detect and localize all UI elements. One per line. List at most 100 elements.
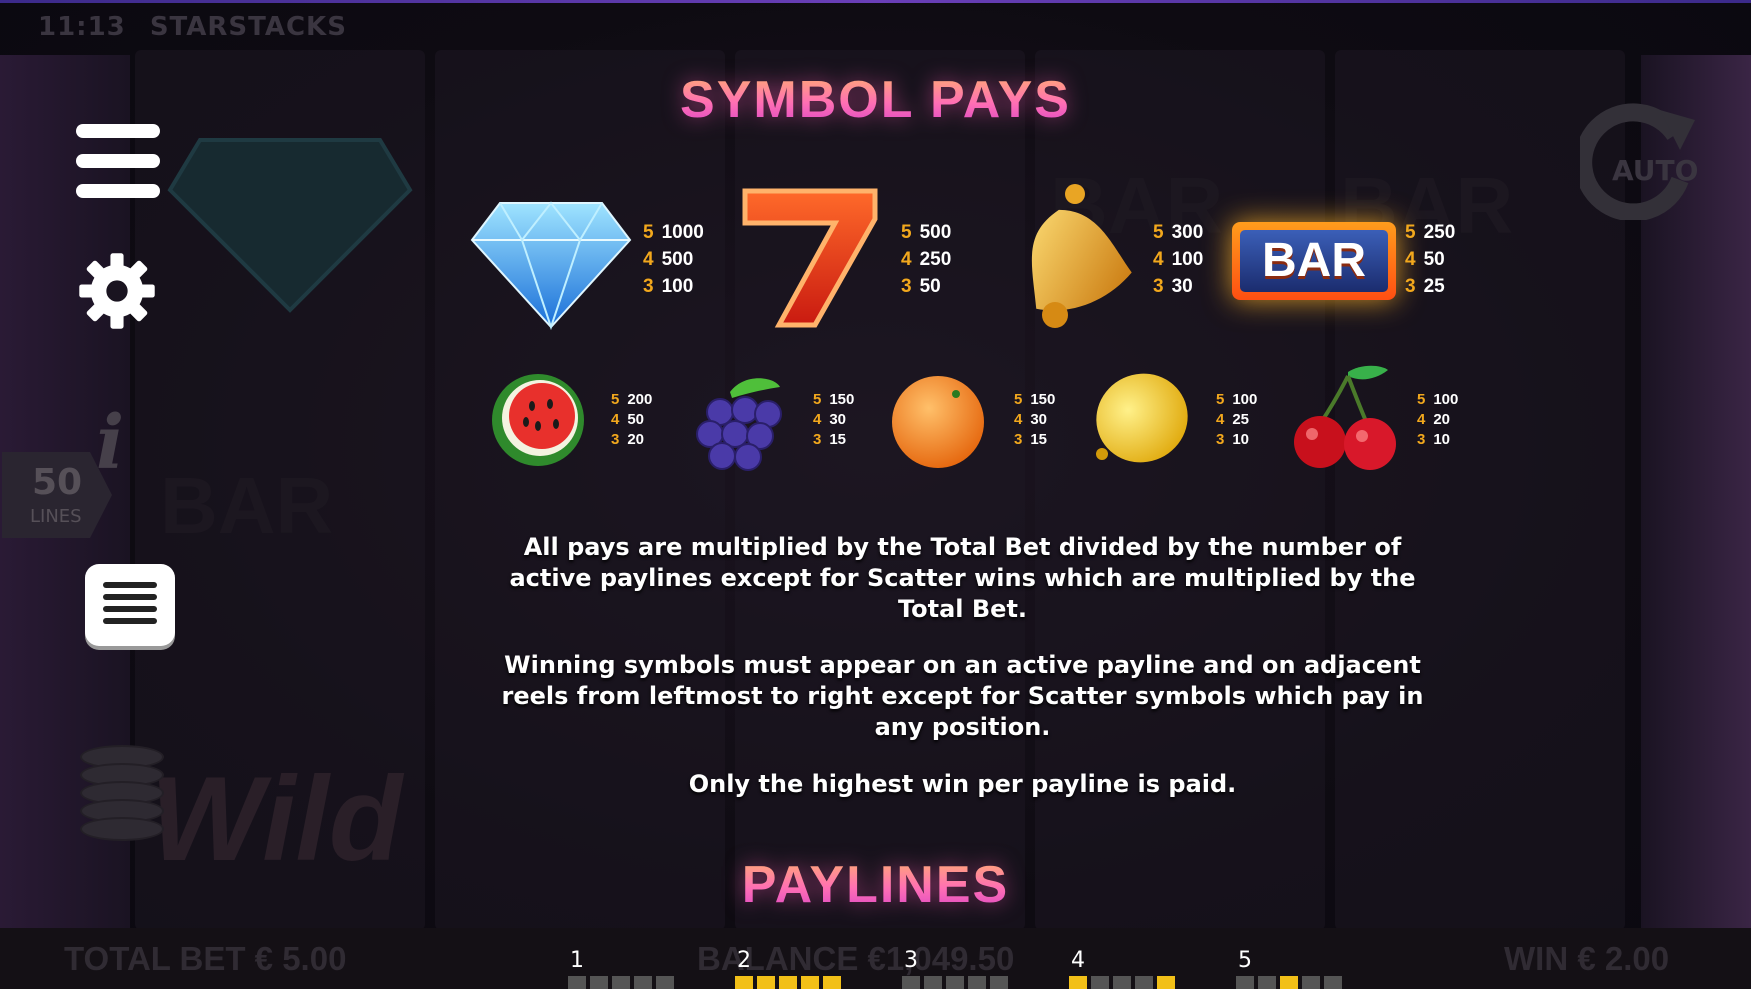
payline-preview-5 [1236,976,1342,989]
pay-value: 250 [1423,222,1456,243]
payline-cell [801,976,819,989]
paytable-button[interactable] [85,564,175,646]
pay-value: 30 [1171,276,1193,297]
payline-number-4: 4 [1071,948,1085,973]
payline-cell [1069,976,1087,989]
payline-cell [779,976,797,989]
pays-cherry: 5 100 4 20 3 10 [1417,390,1458,450]
payline-cell [1280,976,1298,989]
pay-count: 5 [1014,391,1023,408]
autoplay-label[interactable]: AUTO [1612,154,1698,187]
payline-cell [1135,976,1153,989]
pay-count: 3 [901,276,912,297]
bell-icon [1031,184,1132,328]
pay-row: 4 500 [643,246,704,273]
pay-count: 5 [813,391,822,408]
pay-value: 100 [1171,249,1204,270]
pay-row: 5 100 [1216,390,1257,410]
pay-count: 4 [1216,411,1225,428]
pays-bell: 5 300 4 100 3 30 [1153,219,1203,300]
pay-count: 4 [643,249,654,270]
pay-count: 3 [1405,276,1416,297]
payline-number-5: 5 [1238,948,1252,973]
payline-cell [1157,976,1175,989]
pay-row: 3 10 [1417,430,1458,450]
pay-value: 250 [919,249,952,270]
payline-cell [757,976,775,989]
payline-cell [1113,976,1131,989]
pay-count: 3 [1014,431,1023,448]
payline-preview-4 [1069,976,1175,989]
payline-cell [823,976,841,989]
pay-row: 3 50 [901,273,951,300]
coins-icon[interactable] [80,745,164,845]
pay-row: 5 300 [1153,219,1203,246]
pay-value: 100 [661,276,694,297]
pay-row: 5 100 [1417,390,1458,410]
payline-number-3: 3 [904,948,918,973]
pay-row: 3 30 [1153,273,1203,300]
pays-watermelon: 5 200 4 50 3 20 [611,390,652,450]
cherry-icon [1294,365,1396,470]
payline-cell [1324,976,1342,989]
pay-row: 5 500 [901,219,951,246]
payline-cell [735,976,753,989]
lemon-icon [1096,373,1188,463]
lines-label: LINES [30,506,82,527]
pay-count: 5 [611,391,620,408]
menu-icon[interactable] [76,124,160,202]
pay-row: 3 10 [1216,430,1257,450]
game-title: STARSTACKS [149,12,347,42]
pay-count: 5 [901,222,912,243]
pays-orange: 5 150 4 30 3 15 [1014,390,1055,450]
pay-row: 4 50 [1405,246,1455,273]
payline-preview-3 [902,976,1008,989]
pay-count: 3 [1216,431,1225,448]
pay-value: 50 [1423,249,1445,270]
payline-cell [590,976,608,989]
rules-paragraph-multiplier: All pays are multiplied by the Total Bet… [509,533,1416,623]
pay-count: 4 [1405,249,1416,270]
game-screen: BAR Wild BAR BAR 11:13 STARSTACKS i 50 L… [0,0,1751,989]
pay-value: 30 [829,411,847,428]
pay-count: 4 [1417,411,1426,428]
pay-value: 25 [1232,411,1250,428]
pay-count: 3 [1153,276,1164,297]
pay-row: 4 30 [1014,410,1055,430]
payline-cell [1091,976,1109,989]
lines-count: 50 [32,462,83,503]
diamond-icon [470,201,632,330]
payline-cell [1302,976,1320,989]
pay-count: 4 [901,249,912,270]
orange-icon [892,376,984,468]
payline-cell [1236,976,1254,989]
pay-row: 5 150 [813,390,854,410]
bar-icon-label: BAR [1240,230,1388,292]
pay-count: 3 [643,276,654,297]
win-label: WIN € 2.00 [1504,940,1670,977]
payline-number-2: 2 [737,948,751,973]
pay-count: 3 [813,431,822,448]
pay-value: 15 [1030,431,1048,448]
pays-lemon: 5 100 4 25 3 10 [1216,390,1257,450]
rules-paragraph-highest-win: Only the highest win per payline is paid… [688,770,1237,798]
pay-value: 20 [1433,411,1451,428]
pay-row: 3 25 [1405,273,1455,300]
rules-paragraph-adjacent: Winning symbols must appear on an active… [501,651,1424,741]
pay-value: 200 [627,391,653,408]
pay-count: 4 [1014,411,1023,428]
pays-diamond: 5 1000 4 500 3 100 [643,219,704,300]
payline-cell [924,976,942,989]
pay-value: 300 [1171,222,1204,243]
gear-icon[interactable] [76,250,158,332]
pay-value: 10 [1433,431,1451,448]
pay-value: 1000 [661,222,704,243]
pay-count: 5 [1216,391,1225,408]
payline-preview-1 [568,976,674,989]
top-accent-line [0,0,1751,3]
pay-count: 3 [611,431,620,448]
paylines-heading: PAYLINES [0,855,1751,915]
payline-preview-2 [735,976,841,989]
pay-count: 5 [1405,222,1416,243]
pay-row: 3 15 [1014,430,1055,450]
